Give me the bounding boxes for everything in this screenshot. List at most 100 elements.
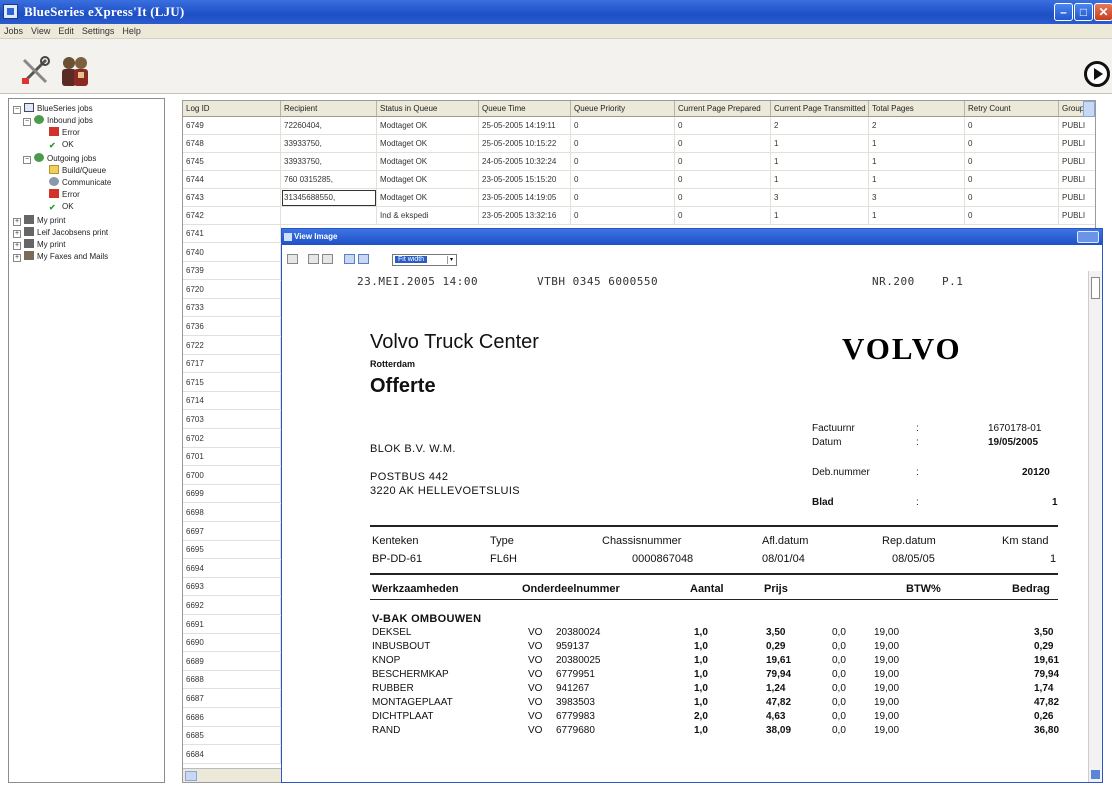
cell-queue-time: 23-05-2005 15:15:20 — [479, 171, 571, 189]
print-icon[interactable] — [287, 254, 298, 264]
tree-item-inbound-ok[interactable]: ✔ OK — [49, 139, 74, 151]
cell-log-id: 6744 — [183, 171, 281, 189]
cell-log-id[interactable]: 6714 — [183, 392, 281, 411]
col-header-page-transmitted[interactable]: Current Page Transmitted — [771, 101, 869, 117]
tree-item-inbound-jobs[interactable]: − Inbound jobs — [23, 115, 93, 127]
cell-log-id[interactable]: 6720 — [183, 280, 281, 299]
scroll-down-arrow-icon[interactable] — [1091, 770, 1100, 779]
menu-help[interactable]: Help — [118, 24, 145, 36]
tree-item-leif-jacobsens-print[interactable]: + Leif Jacobsens print — [13, 227, 108, 239]
col-header-retry-count[interactable]: Retry Count — [965, 101, 1059, 117]
order-line-cell: 959137 — [556, 641, 590, 652]
line-header: Onderdeelnummer — [522, 583, 620, 595]
cell-page-transmitted: 3 — [771, 189, 869, 207]
cell-log-id[interactable]: 6688 — [183, 671, 281, 690]
cell-log-id[interactable]: 6693 — [183, 578, 281, 597]
cell-log-id[interactable]: 6686 — [183, 708, 281, 727]
cell-log-id[interactable]: 6703 — [183, 411, 281, 429]
tree-item-communicate[interactable]: Communicate — [49, 177, 111, 189]
tree-item-faxes-and-mails[interactable]: + My Faxes and Mails — [13, 251, 108, 263]
cell-log-id[interactable]: 6701 — [183, 448, 281, 467]
viewer-close-button[interactable] — [1077, 231, 1099, 243]
menu-view[interactable]: View — [27, 24, 54, 36]
cell-log-id[interactable]: 6685 — [183, 727, 281, 746]
tree-item-my-print[interactable]: + My print — [13, 215, 65, 227]
col-header-recipient[interactable]: Recipient — [281, 101, 377, 117]
cell-log-id[interactable]: 6736 — [183, 318, 281, 336]
viewer-vertical-scrollbar[interactable] — [1088, 271, 1102, 782]
cell-log-id[interactable]: 6691 — [183, 615, 281, 634]
col-header-status[interactable]: Status in Queue — [377, 101, 479, 117]
tree-item-outgoing-ok[interactable]: ✔ OK — [49, 201, 74, 213]
cell-log-id[interactable]: 6689 — [183, 652, 281, 671]
expand-icon[interactable]: + — [13, 230, 21, 238]
cell-log-id[interactable]: 6687 — [183, 690, 281, 708]
cell-log-id[interactable]: 6733 — [183, 299, 281, 318]
cell-recipient: 72260404, — [281, 117, 377, 135]
next-arrow-icon[interactable] — [1084, 61, 1110, 87]
cell-log-id[interactable]: 6740 — [183, 243, 281, 262]
cell-log-id[interactable]: 6698 — [183, 504, 281, 522]
col-header-log-id[interactable]: Log ID — [183, 101, 281, 117]
divider — [370, 573, 1058, 575]
rotate-right-icon[interactable] — [358, 254, 369, 264]
scroll-thumb[interactable] — [1091, 277, 1100, 299]
cell-queue-priority: 0 — [571, 171, 675, 189]
menu-edit[interactable]: Edit — [54, 24, 78, 36]
tree-item-my-print-2[interactable]: + My print — [13, 239, 65, 251]
scroll-up-arrow-icon[interactable] — [1083, 101, 1095, 117]
tree-item-build-queue[interactable]: Build/Queue — [49, 165, 106, 177]
zoom-select[interactable]: Fit width ▾ — [392, 254, 457, 266]
cell-log-id[interactable]: 6717 — [183, 355, 281, 374]
cell-log-id: 6749 — [183, 117, 281, 135]
cell-log-id[interactable]: 6741 — [183, 225, 281, 243]
collapse-icon[interactable]: − — [13, 106, 21, 114]
cell-log-id[interactable]: 6692 — [183, 597, 281, 615]
expand-icon[interactable]: + — [13, 242, 21, 250]
rotate-left-icon[interactable] — [344, 254, 355, 264]
col-header-page-prepared[interactable]: Current Page Prepared — [675, 101, 771, 117]
close-button[interactable]: ✕ — [1094, 3, 1112, 21]
users-icon[interactable] — [58, 54, 92, 88]
cell-log-id[interactable]: 6684 — [183, 745, 281, 764]
tree-item-inbound-error[interactable]: Error — [49, 127, 80, 139]
cell-log-id[interactable]: 6715 — [183, 373, 281, 392]
col-header-queue-priority[interactable]: Queue Priority — [571, 101, 675, 117]
chevron-down-icon[interactable]: ▾ — [447, 256, 455, 264]
minimize-button[interactable]: – — [1054, 3, 1073, 21]
page-icon[interactable] — [308, 254, 319, 264]
menu-jobs[interactable]: Jobs — [0, 24, 27, 36]
tree-item-blueseries-jobs[interactable]: − BlueSeries jobs — [13, 103, 93, 115]
col-header-total-pages[interactable]: Total Pages — [869, 101, 965, 117]
cell-log-id[interactable]: 6699 — [183, 485, 281, 504]
tools-icon[interactable] — [18, 54, 52, 88]
cell-retry-count: 0 — [965, 153, 1059, 171]
tree-item-outgoing-error[interactable]: Error — [49, 189, 80, 201]
cell-retry-count: 0 — [965, 171, 1059, 189]
col-header-queue-time[interactable]: Queue Time — [479, 101, 571, 117]
cell-log-id[interactable]: 6690 — [183, 634, 281, 653]
order-line-cell: 3983503 — [556, 697, 595, 708]
check-icon: ✔ — [49, 141, 56, 150]
expand-icon[interactable]: + — [13, 254, 21, 262]
collapse-icon[interactable]: − — [23, 156, 31, 164]
menu-settings[interactable]: Settings — [78, 24, 119, 36]
cell-log-id[interactable]: 6695 — [183, 541, 281, 560]
cell-log-id[interactable]: 6722 — [183, 336, 281, 355]
cell-log-id[interactable]: 6739 — [183, 262, 281, 281]
expand-icon[interactable]: + — [13, 218, 21, 226]
maximize-button[interactable]: □ — [1074, 3, 1093, 21]
cell-log-id[interactable]: 6697 — [183, 522, 281, 541]
page-icon[interactable] — [322, 254, 333, 264]
order-line-cell: 6779951 — [556, 669, 595, 680]
cell-log-id[interactable]: 6700 — [183, 466, 281, 485]
cell-queue-priority: 0 — [571, 117, 675, 135]
cell-log-id[interactable]: 6694 — [183, 559, 281, 578]
scroll-left-arrow-icon[interactable] — [185, 771, 197, 781]
cell-log-id[interactable]: 6702 — [183, 429, 281, 448]
collapse-icon[interactable]: − — [23, 118, 31, 126]
cell-retry-count: 0 — [965, 135, 1059, 153]
order-line-cell: 1,0 — [694, 669, 708, 680]
cell-total-pages: 1 — [869, 207, 965, 225]
tree-item-outgoing-jobs[interactable]: − Outgoing jobs — [23, 153, 96, 165]
